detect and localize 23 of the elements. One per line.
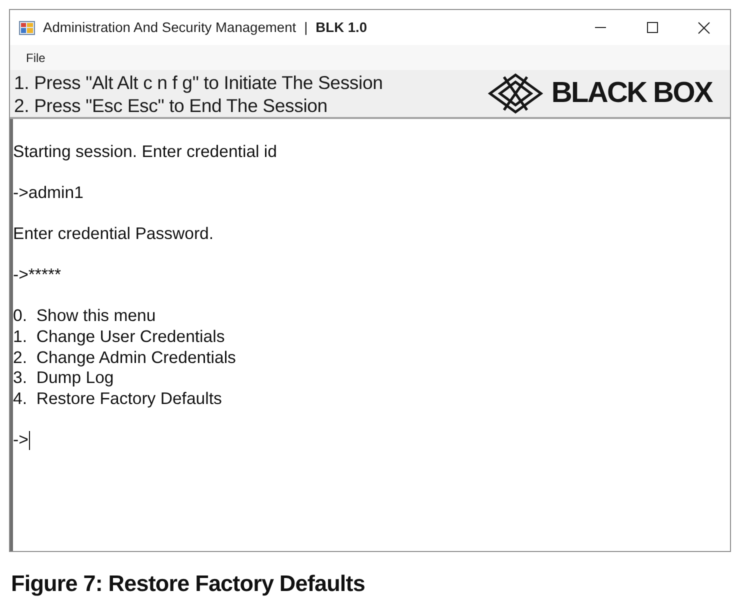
- console-line: ->admin1: [13, 183, 84, 204]
- instruction-text: 2. Press "Esc Esc" to End The Session: [14, 94, 328, 116]
- console-line: 2. Change Admin Credentials: [13, 348, 236, 368]
- console-line: Starting session. Enter credential id: [13, 142, 277, 163]
- logo-text: BLACK BOX: [551, 79, 712, 108]
- app-version: BLK 1.0: [316, 20, 368, 35]
- app-icon: [19, 20, 35, 36]
- menu-item[interactable]: File: [20, 48, 52, 66]
- console-line: 3. Dump Log: [13, 368, 114, 389]
- prompt-text: ->: [13, 430, 28, 450]
- console-line: 0. Show this menu: [13, 306, 156, 327]
- minimize-icon: [594, 27, 606, 28]
- window-title: Administration And Security Management: [43, 20, 296, 35]
- console-line: 4. Restore Factory Defaults: [13, 388, 222, 410]
- console-line: 1. Change User Credentials: [13, 326, 225, 348]
- console-line: Enter credential Password.: [13, 224, 214, 245]
- cube-diamond-icon: [488, 73, 544, 114]
- close-icon: [698, 22, 710, 34]
- title-separator: |: [304, 20, 308, 35]
- instruction-text: 1. Press "Alt Alt c n f g" to Initiate The Session: [14, 70, 383, 94]
- figure-caption: Figure 7: Restore Factory Defaults: [11, 571, 365, 597]
- console-line: ->*****: [13, 265, 62, 286]
- maximize-icon: [646, 22, 658, 33]
